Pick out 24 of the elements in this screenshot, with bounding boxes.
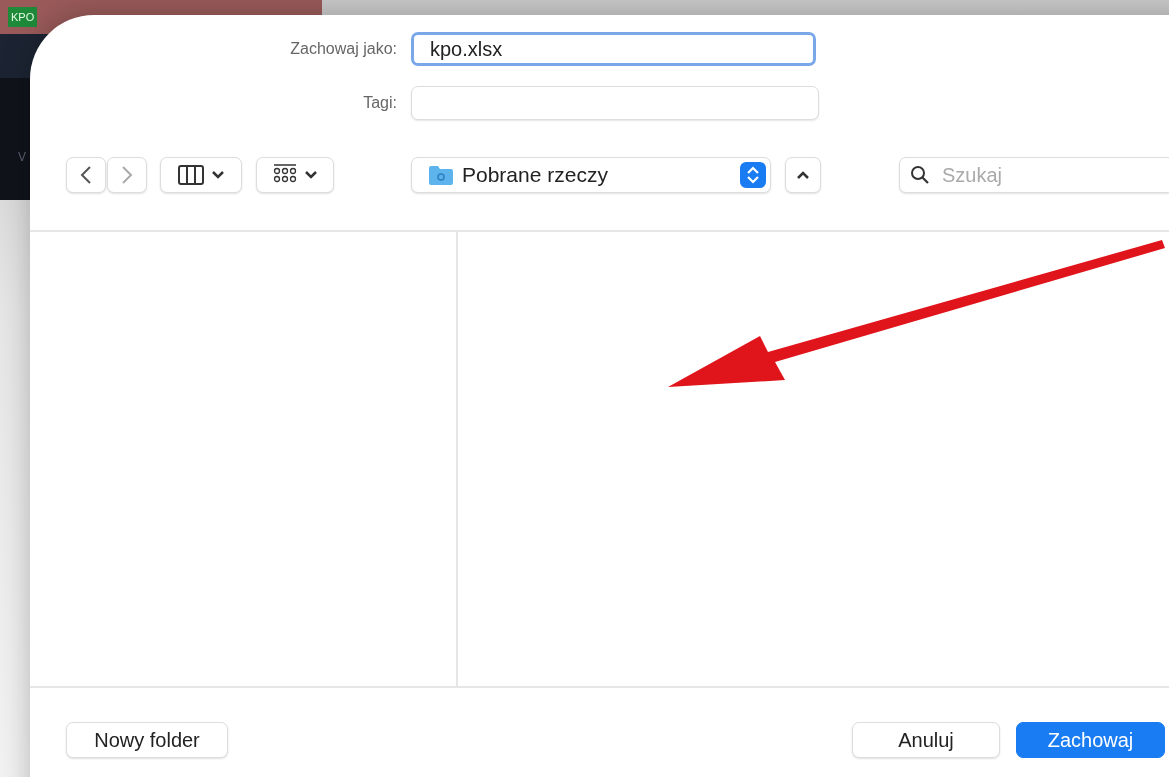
location-popup[interactable]: Pobrane rzeczy bbox=[411, 157, 771, 193]
group-button[interactable] bbox=[256, 157, 334, 193]
cancel-button[interactable]: Anuluj bbox=[852, 722, 1000, 758]
tags-field[interactable] bbox=[411, 86, 819, 120]
file-name-field[interactable]: kpo.xlsx bbox=[411, 32, 816, 66]
chevron-left-icon bbox=[80, 165, 92, 185]
tags-label: Tagi: bbox=[362, 94, 398, 112]
app-badge: KPO bbox=[8, 7, 38, 27]
view-columns-button[interactable] bbox=[160, 157, 242, 193]
folder-icon bbox=[428, 164, 454, 186]
chevron-right-icon bbox=[121, 165, 133, 185]
search-field[interactable]: Szukaj bbox=[899, 157, 1169, 193]
chevron-down-icon bbox=[212, 171, 224, 179]
chevron-up-icon bbox=[797, 171, 809, 179]
save-as-label: Zachowaj jako: bbox=[289, 40, 398, 58]
new-folder-button[interactable]: Nowy folder bbox=[66, 722, 228, 758]
up-down-arrows-icon bbox=[740, 162, 766, 188]
columns-icon bbox=[178, 165, 204, 185]
collapse-button[interactable] bbox=[785, 157, 821, 193]
save-button[interactable]: Zachowaj bbox=[1016, 722, 1165, 758]
search-icon bbox=[910, 165, 930, 185]
chevron-down-icon bbox=[305, 171, 317, 179]
back-button[interactable] bbox=[66, 157, 106, 193]
background-letter: V bbox=[18, 150, 26, 164]
